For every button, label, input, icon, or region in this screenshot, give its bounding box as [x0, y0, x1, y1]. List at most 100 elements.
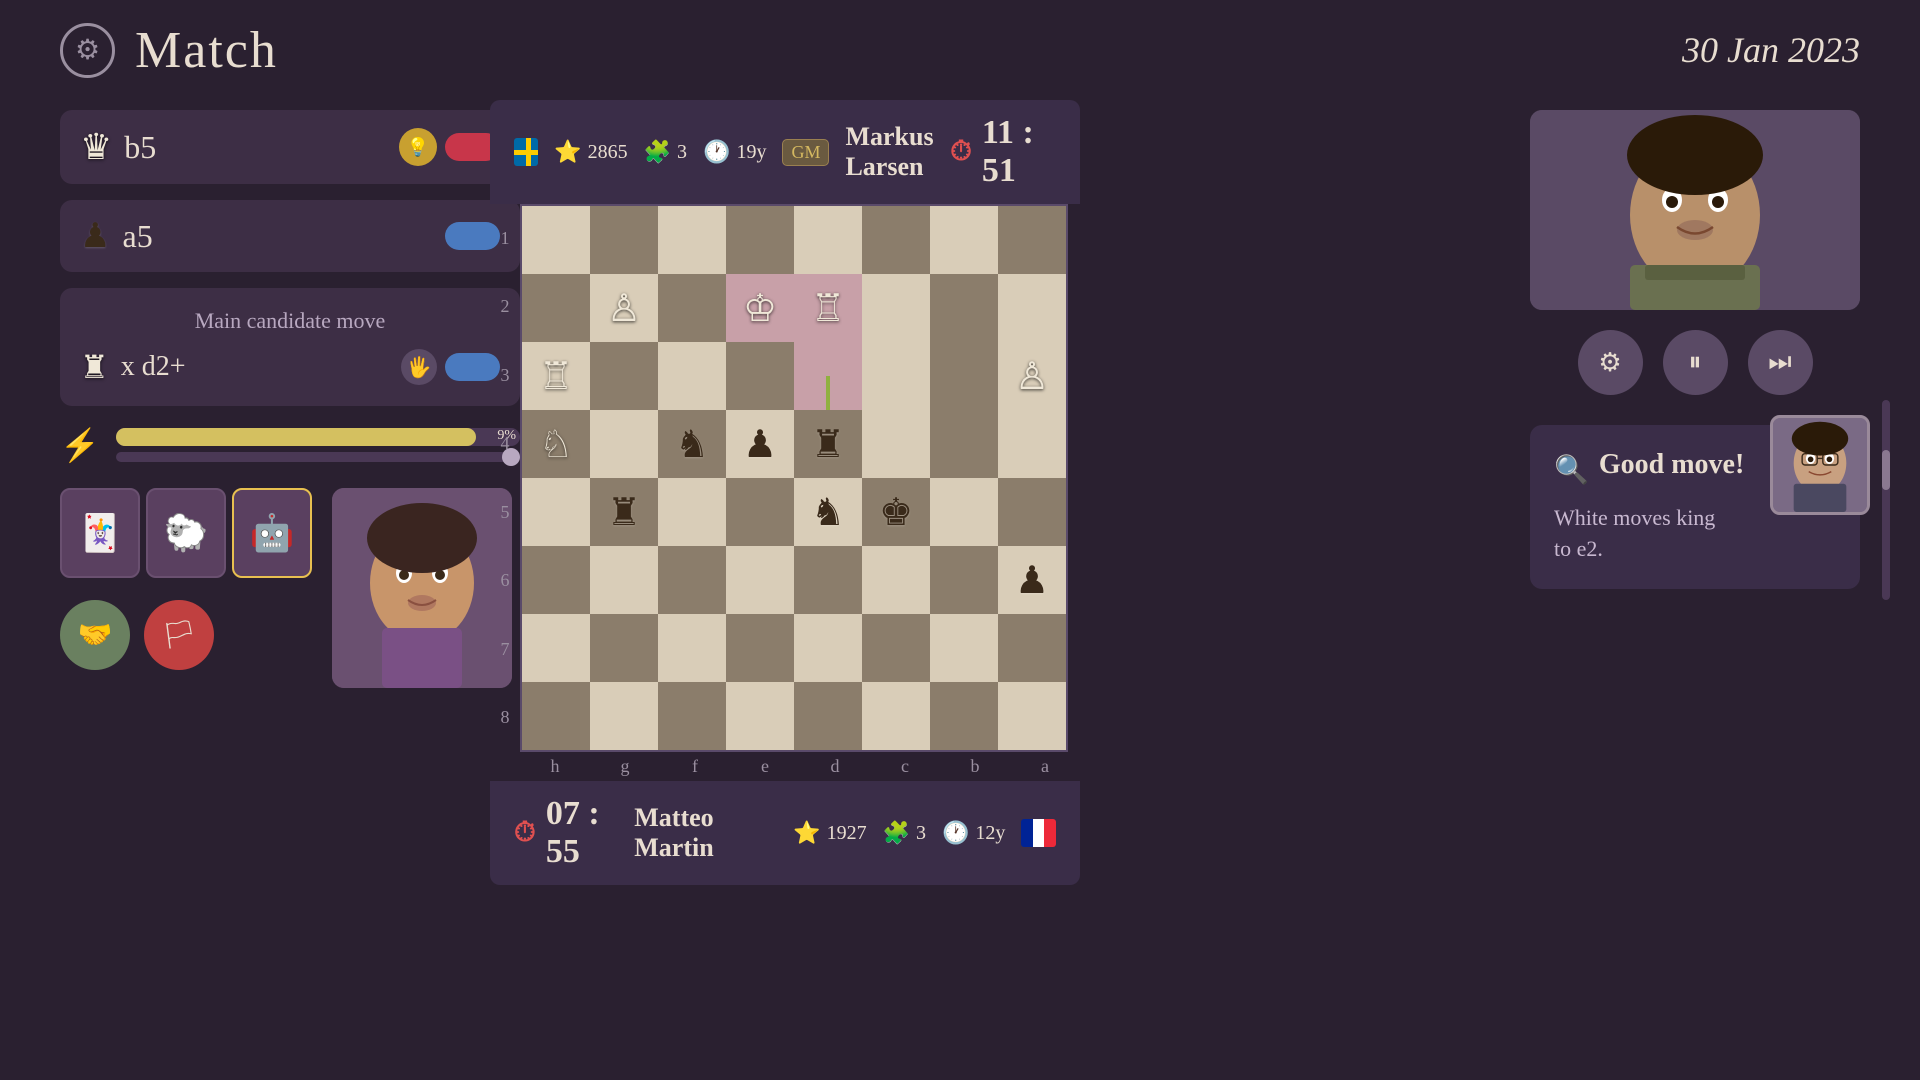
cell-c4[interactable] [862, 410, 930, 478]
cell-d3[interactable] [794, 342, 862, 410]
hint-bulb-button[interactable]: 💡 [399, 128, 437, 166]
avatar-card-3[interactable]: 🤖 [232, 488, 312, 578]
move-card-pawn: ♟ a5 [60, 200, 520, 272]
cell-d8[interactable] [794, 682, 862, 750]
cell-f7[interactable] [658, 614, 726, 682]
cell-d2[interactable]: ♖ [794, 274, 862, 342]
top-player-info: ⭐ 2865 🧩 3 🕐 19y GM Markus Larsen [514, 122, 950, 182]
cell-e8[interactable] [726, 682, 794, 750]
skip-ctrl-button[interactable]: ⏭ [1748, 330, 1813, 395]
board-area: ⭐ 2865 🧩 3 🕐 19y GM Markus Larsen ⏱ 11 :… [490, 100, 1080, 885]
cell-e6[interactable] [726, 546, 794, 614]
cell-e3[interactable] [726, 342, 794, 410]
cell-f8[interactable] [658, 682, 726, 750]
pause-ctrl-button[interactable]: ⏸ [1663, 330, 1728, 395]
rank-4: 4 [498, 410, 512, 478]
file-g: g [591, 756, 659, 777]
cell-a6[interactable]: ♟ [998, 546, 1066, 614]
chess-board[interactable]: ♙ ♔ ♖ ♖ ♙ ♘ ♞ [520, 204, 1068, 752]
cell-a3[interactable]: ♙ [998, 342, 1066, 410]
cell-g3[interactable] [590, 342, 658, 410]
cell-e5[interactable] [726, 478, 794, 546]
cell-a8[interactable] [998, 682, 1066, 750]
cell-e1[interactable] [726, 206, 794, 274]
cell-g2[interactable]: ♙ [590, 274, 658, 342]
black-rook-g5: ♜ [607, 490, 641, 535]
cell-a4[interactable] [998, 410, 1066, 478]
cell-b6[interactable] [930, 546, 998, 614]
move-card-queen-label: ♛ b5 [80, 126, 156, 168]
bottom-puzzles-value: 3 [916, 822, 926, 845]
progress-thumb-bar[interactable] [116, 452, 520, 462]
cell-f2[interactable] [658, 274, 726, 342]
cell-h4[interactable]: ♘ [522, 410, 590, 478]
cell-h6[interactable] [522, 546, 590, 614]
cell-c2[interactable] [862, 274, 930, 342]
cell-c5[interactable]: ♚ [862, 478, 930, 546]
cell-b5[interactable] [930, 478, 998, 546]
cell-b2[interactable] [930, 274, 998, 342]
cell-g5[interactable]: ♜ [590, 478, 658, 546]
top-age-value: 19y [736, 141, 766, 164]
avatar-card-2[interactable]: 🐑 [146, 488, 226, 578]
black-pawn-e4: ♟ [743, 422, 777, 467]
cell-g7[interactable] [590, 614, 658, 682]
cell-d1[interactable] [794, 206, 862, 274]
cell-g1[interactable] [590, 206, 658, 274]
cell-d5[interactable]: ♞ [794, 478, 862, 546]
cell-d7[interactable] [794, 614, 862, 682]
hand-icon[interactable]: 🖐 [401, 349, 437, 385]
cell-a7[interactable] [998, 614, 1066, 682]
cell-f5[interactable] [658, 478, 726, 546]
good-move-text: Good move! [1599, 449, 1744, 481]
cell-f6[interactable] [658, 546, 726, 614]
cell-c1[interactable] [862, 206, 930, 274]
cell-h3[interactable]: ♖ [522, 342, 590, 410]
left-panel: ♛ b5 💡 ♟ a5 Main candidate move ♜ x d2+ … [60, 110, 520, 688]
cell-a1[interactable] [998, 206, 1066, 274]
cell-c8[interactable] [862, 682, 930, 750]
control-buttons: ⚙ ⏸ ⏭ [1530, 330, 1860, 395]
bottom-player-rating: ⭐ 1927 [793, 820, 866, 846]
settings-icon[interactable]: ⚙ [60, 23, 115, 78]
progress-bar-fill [116, 428, 476, 446]
cell-a5[interactable] [998, 478, 1066, 546]
draw-offer-button[interactable]: 🤝 [60, 600, 130, 670]
cell-f4[interactable]: ♞ [658, 410, 726, 478]
rank-labels: 1 2 3 4 5 6 7 8 [490, 204, 520, 752]
age-icon-bottom: 🕐 [942, 820, 969, 846]
cell-e2[interactable]: ♔ [726, 274, 794, 342]
cell-f3[interactable] [658, 342, 726, 410]
cell-e7[interactable] [726, 614, 794, 682]
cell-h2[interactable] [522, 274, 590, 342]
cell-d6[interactable] [794, 546, 862, 614]
top-player-timer: ⏱ 11 : 51 [950, 114, 1056, 190]
settings-ctrl-button[interactable]: ⚙ [1578, 330, 1643, 395]
cell-b4[interactable] [930, 410, 998, 478]
cell-e4[interactable]: ♟ [726, 410, 794, 478]
cell-a2[interactable] [998, 274, 1066, 342]
cell-g8[interactable] [590, 682, 658, 750]
avatar-card-1[interactable]: 🃏 [60, 488, 140, 578]
cell-b3[interactable] [930, 342, 998, 410]
cell-b8[interactable] [930, 682, 998, 750]
resign-button[interactable]: 🏳 [144, 600, 214, 670]
cell-g6[interactable] [590, 546, 658, 614]
scrollbar[interactable] [1882, 400, 1890, 600]
cell-g4[interactable] [590, 410, 658, 478]
cell-b7[interactable] [930, 614, 998, 682]
cell-h1[interactable] [522, 206, 590, 274]
cell-h8[interactable] [522, 682, 590, 750]
player-avatar [332, 488, 512, 688]
top-timer-value: 11 : 51 [982, 114, 1056, 190]
cell-c3[interactable] [862, 342, 930, 410]
cell-c7[interactable] [862, 614, 930, 682]
white-rook-h3: ♖ [539, 354, 573, 399]
cell-h7[interactable] [522, 614, 590, 682]
scrollbar-thumb[interactable] [1882, 450, 1890, 490]
cell-c6[interactable] [862, 546, 930, 614]
cell-b1[interactable] [930, 206, 998, 274]
cell-h5[interactable] [522, 478, 590, 546]
cell-d4[interactable]: ♜ [794, 410, 862, 478]
cell-f1[interactable] [658, 206, 726, 274]
